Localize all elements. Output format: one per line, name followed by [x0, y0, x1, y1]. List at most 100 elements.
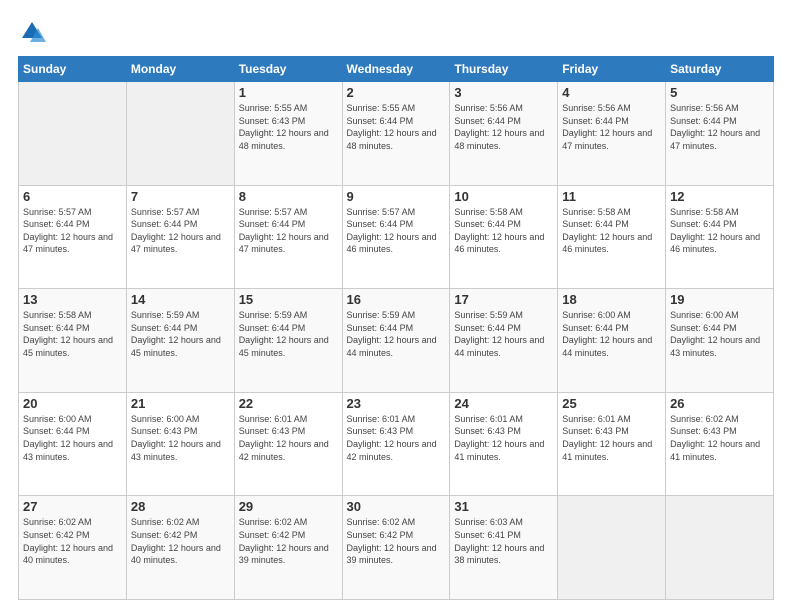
calendar-cell: [126, 82, 234, 186]
day-info: Sunrise: 5:56 AM Sunset: 6:44 PM Dayligh…: [670, 102, 769, 152]
calendar-header-row: SundayMondayTuesdayWednesdayThursdayFrid…: [19, 57, 774, 82]
day-of-week-header: Wednesday: [342, 57, 450, 82]
calendar-cell: 27Sunrise: 6:02 AM Sunset: 6:42 PM Dayli…: [19, 496, 127, 600]
day-of-week-header: Friday: [558, 57, 666, 82]
calendar-cell: 31 Sunrise: 6:03 AM Sunset: 6:41 PM Dayli…: [450, 496, 558, 600]
calendar-cell: 1 Sunrise: 5:55 AM Sunset: 6:43 PM Daylig…: [234, 82, 342, 186]
day-info: Sunrise: 5:58 AM Sunset: 6:44 PM Dayligh…: [670, 206, 769, 256]
calendar-cell: 11Sunrise: 5:58 AM Sunset: 6:44 PM Dayli…: [558, 185, 666, 289]
day-number: 9: [347, 189, 446, 204]
day-info: Sunrise: 6:03 AM Sunset: 6:41 PM Dayligh…: [454, 516, 553, 566]
day-info: Sunrise: 5:58 AM Sunset: 6:44 PM Dayligh…: [454, 206, 553, 256]
calendar-cell: 25 Sunrise: 6:01 AM Sunset: 6:43 PM Dayli…: [558, 392, 666, 496]
calendar-week-row: 6 Sunrise: 5:57 AM Sunset: 6:44 PM Daylig…: [19, 185, 774, 289]
day-info: Sunrise: 5:59 AM Sunset: 6:44 PM Dayligh…: [347, 309, 446, 359]
day-number: 13: [23, 292, 122, 307]
day-info: Sunrise: 6:02 AM Sunset: 6:42 PM Dayligh…: [239, 516, 338, 566]
calendar-cell: 26 Sunrise: 6:02 AM Sunset: 6:43 PM Dayli…: [666, 392, 774, 496]
day-info: Sunrise: 5:56 AM Sunset: 6:44 PM Dayligh…: [562, 102, 661, 152]
day-of-week-header: Thursday: [450, 57, 558, 82]
calendar-cell: 13 Sunrise: 5:58 AM Sunset: 6:44 PM Dayli…: [19, 289, 127, 393]
day-info: Sunrise: 6:01 AM Sunset: 6:43 PM Dayligh…: [562, 413, 661, 463]
calendar-cell: 19 Sunrise: 6:00 AM Sunset: 6:44 PM Dayli…: [666, 289, 774, 393]
day-info: Sunrise: 6:02 AM Sunset: 6:42 PM Dayligh…: [23, 516, 122, 566]
calendar-cell: 23Sunrise: 6:01 AM Sunset: 6:43 PM Dayli…: [342, 392, 450, 496]
day-number: 1: [239, 85, 338, 100]
day-info: Sunrise: 5:57 AM Sunset: 6:44 PM Dayligh…: [131, 206, 230, 256]
day-info: Sunrise: 6:01 AM Sunset: 6:43 PM Dayligh…: [347, 413, 446, 463]
day-info: Sunrise: 5:58 AM Sunset: 6:44 PM Dayligh…: [23, 309, 122, 359]
calendar-cell: 4 Sunrise: 5:56 AM Sunset: 6:44 PM Daylig…: [558, 82, 666, 186]
day-number: 6: [23, 189, 122, 204]
day-info: Sunrise: 6:02 AM Sunset: 6:42 PM Dayligh…: [347, 516, 446, 566]
day-number: 7: [131, 189, 230, 204]
day-number: 14: [131, 292, 230, 307]
day-number: 17: [454, 292, 553, 307]
day-info: Sunrise: 5:59 AM Sunset: 6:44 PM Dayligh…: [131, 309, 230, 359]
day-number: 16: [347, 292, 446, 307]
day-number: 15: [239, 292, 338, 307]
day-info: Sunrise: 5:55 AM Sunset: 6:44 PM Dayligh…: [347, 102, 446, 152]
day-info: Sunrise: 6:01 AM Sunset: 6:43 PM Dayligh…: [239, 413, 338, 463]
day-of-week-header: Monday: [126, 57, 234, 82]
calendar-cell: 9 Sunrise: 5:57 AM Sunset: 6:44 PM Daylig…: [342, 185, 450, 289]
calendar-cell: 10 Sunrise: 5:58 AM Sunset: 6:44 PM Dayli…: [450, 185, 558, 289]
day-number: 26: [670, 396, 769, 411]
day-of-week-header: Tuesday: [234, 57, 342, 82]
calendar-cell: 3 Sunrise: 5:56 AM Sunset: 6:44 PM Daylig…: [450, 82, 558, 186]
calendar-cell: 8Sunrise: 5:57 AM Sunset: 6:44 PM Daylig…: [234, 185, 342, 289]
day-info: Sunrise: 6:00 AM Sunset: 6:44 PM Dayligh…: [670, 309, 769, 359]
day-number: 28: [131, 499, 230, 514]
day-number: 3: [454, 85, 553, 100]
day-number: 2: [347, 85, 446, 100]
calendar-cell: 24 Sunrise: 6:01 AM Sunset: 6:43 PM Dayli…: [450, 392, 558, 496]
day-number: 25: [562, 396, 661, 411]
header: [18, 18, 774, 46]
day-info: Sunrise: 5:58 AM Sunset: 6:44 PM Dayligh…: [562, 206, 661, 256]
day-number: 21: [131, 396, 230, 411]
day-number: 5: [670, 85, 769, 100]
day-info: Sunrise: 6:00 AM Sunset: 6:44 PM Dayligh…: [562, 309, 661, 359]
day-info: Sunrise: 6:01 AM Sunset: 6:43 PM Dayligh…: [454, 413, 553, 463]
day-info: Sunrise: 5:57 AM Sunset: 6:44 PM Dayligh…: [347, 206, 446, 256]
calendar-cell: [558, 496, 666, 600]
day-number: 31: [454, 499, 553, 514]
day-info: Sunrise: 5:57 AM Sunset: 6:44 PM Dayligh…: [23, 206, 122, 256]
calendar-cell: 14 Sunrise: 5:59 AM Sunset: 6:44 PM Dayli…: [126, 289, 234, 393]
day-info: Sunrise: 5:59 AM Sunset: 6:44 PM Dayligh…: [239, 309, 338, 359]
day-info: Sunrise: 5:56 AM Sunset: 6:44 PM Dayligh…: [454, 102, 553, 152]
day-number: 29: [239, 499, 338, 514]
calendar-cell: 12Sunrise: 5:58 AM Sunset: 6:44 PM Dayli…: [666, 185, 774, 289]
calendar-week-row: 27Sunrise: 6:02 AM Sunset: 6:42 PM Dayli…: [19, 496, 774, 600]
calendar-cell: 5 Sunrise: 5:56 AM Sunset: 6:44 PM Daylig…: [666, 82, 774, 186]
logo: [18, 18, 50, 46]
day-number: 24: [454, 396, 553, 411]
calendar-week-row: 13 Sunrise: 5:58 AM Sunset: 6:44 PM Dayli…: [19, 289, 774, 393]
day-number: 10: [454, 189, 553, 204]
calendar: SundayMondayTuesdayWednesdayThursdayFrid…: [18, 56, 774, 600]
calendar-cell: [666, 496, 774, 600]
day-number: 30: [347, 499, 446, 514]
day-info: Sunrise: 6:00 AM Sunset: 6:44 PM Dayligh…: [23, 413, 122, 463]
day-info: Sunrise: 5:59 AM Sunset: 6:44 PM Dayligh…: [454, 309, 553, 359]
calendar-week-row: 1 Sunrise: 5:55 AM Sunset: 6:43 PM Daylig…: [19, 82, 774, 186]
calendar-cell: 16 Sunrise: 5:59 AM Sunset: 6:44 PM Dayli…: [342, 289, 450, 393]
day-info: Sunrise: 6:02 AM Sunset: 6:42 PM Dayligh…: [131, 516, 230, 566]
day-info: Sunrise: 5:55 AM Sunset: 6:43 PM Dayligh…: [239, 102, 338, 152]
calendar-cell: 2 Sunrise: 5:55 AM Sunset: 6:44 PM Daylig…: [342, 82, 450, 186]
day-number: 8: [239, 189, 338, 204]
calendar-cell: 15 Sunrise: 5:59 AM Sunset: 6:44 PM Dayli…: [234, 289, 342, 393]
day-of-week-header: Sunday: [19, 57, 127, 82]
day-number: 18: [562, 292, 661, 307]
day-number: 20: [23, 396, 122, 411]
calendar-cell: 29 Sunrise: 6:02 AM Sunset: 6:42 PM Dayli…: [234, 496, 342, 600]
calendar-cell: 6 Sunrise: 5:57 AM Sunset: 6:44 PM Daylig…: [19, 185, 127, 289]
day-info: Sunrise: 6:00 AM Sunset: 6:43 PM Dayligh…: [131, 413, 230, 463]
day-number: 22: [239, 396, 338, 411]
calendar-cell: 7 Sunrise: 5:57 AM Sunset: 6:44 PM Daylig…: [126, 185, 234, 289]
day-info: Sunrise: 6:02 AM Sunset: 6:43 PM Dayligh…: [670, 413, 769, 463]
day-number: 19: [670, 292, 769, 307]
calendar-cell: [19, 82, 127, 186]
day-number: 4: [562, 85, 661, 100]
calendar-cell: 30 Sunrise: 6:02 AM Sunset: 6:42 PM Dayli…: [342, 496, 450, 600]
